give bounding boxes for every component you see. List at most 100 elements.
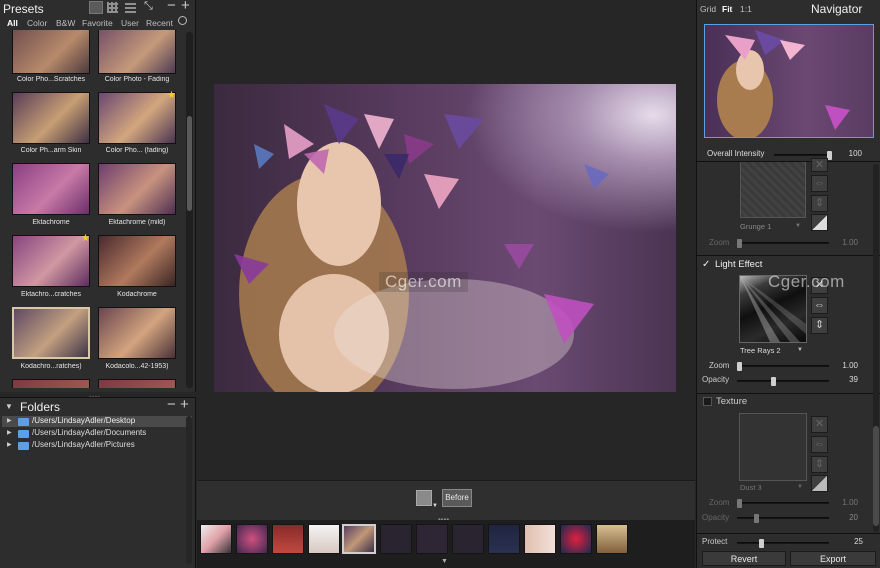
remove-preset-icon[interactable]: −: [167, 0, 176, 14]
texture-flip-vertical-icon[interactable]: ⇕: [811, 456, 828, 473]
grunge-clear-icon[interactable]: ✕: [811, 158, 828, 172]
list-view-icon[interactable]: [125, 2, 136, 13]
preset-thumb[interactable]: [98, 379, 176, 388]
light-opacity-knob[interactable]: [770, 377, 776, 386]
texture-opacity-knob[interactable]: [754, 514, 760, 523]
search-icon[interactable]: [178, 16, 187, 25]
light-opacity-slider[interactable]: [737, 377, 829, 386]
light-zoom-slider[interactable]: [737, 362, 829, 371]
folder-path: /Users/LindsayAdler/Documents: [32, 428, 147, 437]
filmstrip-toggle-icon[interactable]: ▼: [441, 558, 448, 565]
collapse-icon[interactable]: ⤡: [144, 0, 153, 13]
preset-thumb[interactable]: [12, 163, 90, 215]
filmstrip-thumb[interactable]: [272, 524, 304, 554]
filmstrip-thumb[interactable]: [308, 524, 340, 554]
expand-arrow-icon[interactable]: ▶: [7, 429, 12, 436]
preset-thumb[interactable]: [98, 30, 176, 74]
preset-thumb[interactable]: [98, 307, 176, 359]
light-flip-horizontal-icon[interactable]: ⇔: [811, 297, 828, 314]
filmstrip-thumb[interactable]: [416, 524, 448, 554]
split-view-icon[interactable]: [416, 490, 432, 506]
add-preset-icon[interactable]: +: [181, 0, 190, 14]
filter-color[interactable]: Color: [27, 18, 47, 28]
navigator-preview[interactable]: [704, 24, 874, 140]
preset-thumb-selected[interactable]: [12, 307, 90, 359]
texture-zoom-knob[interactable]: [737, 499, 742, 508]
folder-item-documents[interactable]: ▶ /Users/LindsayAdler/Documents: [2, 428, 192, 439]
filter-favorite[interactable]: Favorite: [82, 18, 113, 28]
main-photo[interactable]: [214, 84, 676, 392]
collapse-arrow-icon[interactable]: ▼: [5, 402, 13, 411]
expand-arrow-icon[interactable]: ▶: [7, 417, 12, 424]
preset-thumb[interactable]: [98, 235, 176, 287]
preset-thumb[interactable]: [12, 379, 90, 388]
overall-intensity-slider[interactable]: [774, 151, 832, 160]
small-grid-view-icon[interactable]: [107, 2, 118, 13]
filmstrip-thumb[interactable]: [452, 524, 484, 554]
folder-item-pictures[interactable]: ▶ /Users/LindsayAdler/Pictures: [2, 440, 192, 451]
protect-slider[interactable]: [737, 539, 829, 548]
filmstrip-thumb[interactable]: [236, 524, 268, 554]
filter-recent[interactable]: Recent: [146, 18, 173, 28]
layers-scroll-thumb[interactable]: [873, 426, 879, 526]
light-flip-vertical-icon[interactable]: ⇕: [811, 317, 828, 334]
texture-zoom-slider[interactable]: [737, 499, 829, 508]
presets-scrollbar[interactable]: [186, 32, 193, 388]
large-grid-view-icon[interactable]: [89, 1, 103, 14]
texture-checkbox[interactable]: [703, 397, 712, 406]
light-zoom-label: Zoom: [709, 361, 730, 370]
before-button[interactable]: Before: [442, 489, 472, 507]
filmstrip-thumb[interactable]: [200, 524, 232, 554]
grunge-flip-vertical-icon[interactable]: ⇕: [811, 195, 828, 212]
expand-arrow-icon[interactable]: ▶: [7, 441, 12, 448]
texture-clear-icon[interactable]: ✕: [811, 416, 828, 433]
texture-opacity-slider[interactable]: [737, 514, 829, 523]
navigator-illustration: [717, 30, 850, 140]
filmstrip-thumb[interactable]: [380, 524, 412, 554]
light-zoom-knob[interactable]: [737, 362, 742, 371]
light-dropdown-arrow-icon[interactable]: ▼: [797, 347, 803, 353]
folder-item-desktop[interactable]: ▶ /Users/LindsayAdler/Desktop: [2, 416, 192, 427]
view-grid[interactable]: Grid: [700, 4, 716, 14]
filmstrip-thumb-selected[interactable]: [342, 524, 376, 554]
texture-dropdown-arrow-icon[interactable]: ▼: [797, 484, 803, 490]
filter-bw[interactable]: B&W: [56, 18, 75, 28]
texture-mask-icon[interactable]: [811, 475, 828, 492]
protect-knob[interactable]: [758, 539, 764, 548]
light-effect-checkbox[interactable]: ✓: [702, 259, 710, 270]
folder-list: ▶ /Users/LindsayAdler/Desktop ▶ /Users/L…: [2, 416, 192, 451]
export-button[interactable]: Export: [790, 551, 876, 566]
texture-flip-horizontal-icon[interactable]: ⇔: [811, 436, 828, 453]
split-view-arrow-icon[interactable]: ▼: [432, 503, 438, 509]
view-fit[interactable]: Fit: [722, 4, 732, 14]
favorite-star-icon[interactable]: ★: [81, 233, 90, 244]
navigator-title: Navigator: [811, 2, 863, 16]
preset-thumb[interactable]: [98, 163, 176, 215]
revert-button[interactable]: Revert: [702, 551, 786, 566]
remove-folder-icon[interactable]: −: [167, 396, 176, 413]
filter-all[interactable]: All: [7, 18, 18, 28]
filmstrip-thumb[interactable]: [488, 524, 520, 554]
preset-thumb[interactable]: [12, 92, 90, 144]
presets-scroll-thumb[interactable]: [187, 116, 192, 211]
view-1to1[interactable]: 1:1: [740, 4, 752, 14]
filmstrip-thumb[interactable]: [596, 524, 628, 554]
grunge-flip-horizontal-icon[interactable]: ⇔: [811, 175, 828, 192]
grunge-mask-icon[interactable]: [811, 214, 828, 231]
preset-thumb[interactable]: [98, 92, 176, 144]
layers-scrollbar[interactable]: [873, 164, 879, 532]
add-folder-icon[interactable]: +: [180, 396, 189, 413]
preset-thumb[interactable]: [12, 30, 90, 74]
grunge-dropdown-arrow-icon[interactable]: ▼: [795, 223, 801, 229]
texture-preview[interactable]: [739, 413, 807, 481]
grunge-zoom-knob[interactable]: [737, 239, 742, 248]
preset-thumb[interactable]: [12, 235, 90, 287]
grunge-zoom-slider[interactable]: [737, 239, 829, 248]
folders-scrollbar[interactable]: [186, 416, 192, 564]
texture-opacity-value: 20: [849, 513, 858, 522]
filter-user[interactable]: User: [121, 18, 139, 28]
favorite-star-icon[interactable]: ★: [167, 90, 176, 101]
grunge-preview[interactable]: [740, 162, 806, 218]
filmstrip-thumb[interactable]: [560, 524, 592, 554]
filmstrip-thumb[interactable]: [524, 524, 556, 554]
